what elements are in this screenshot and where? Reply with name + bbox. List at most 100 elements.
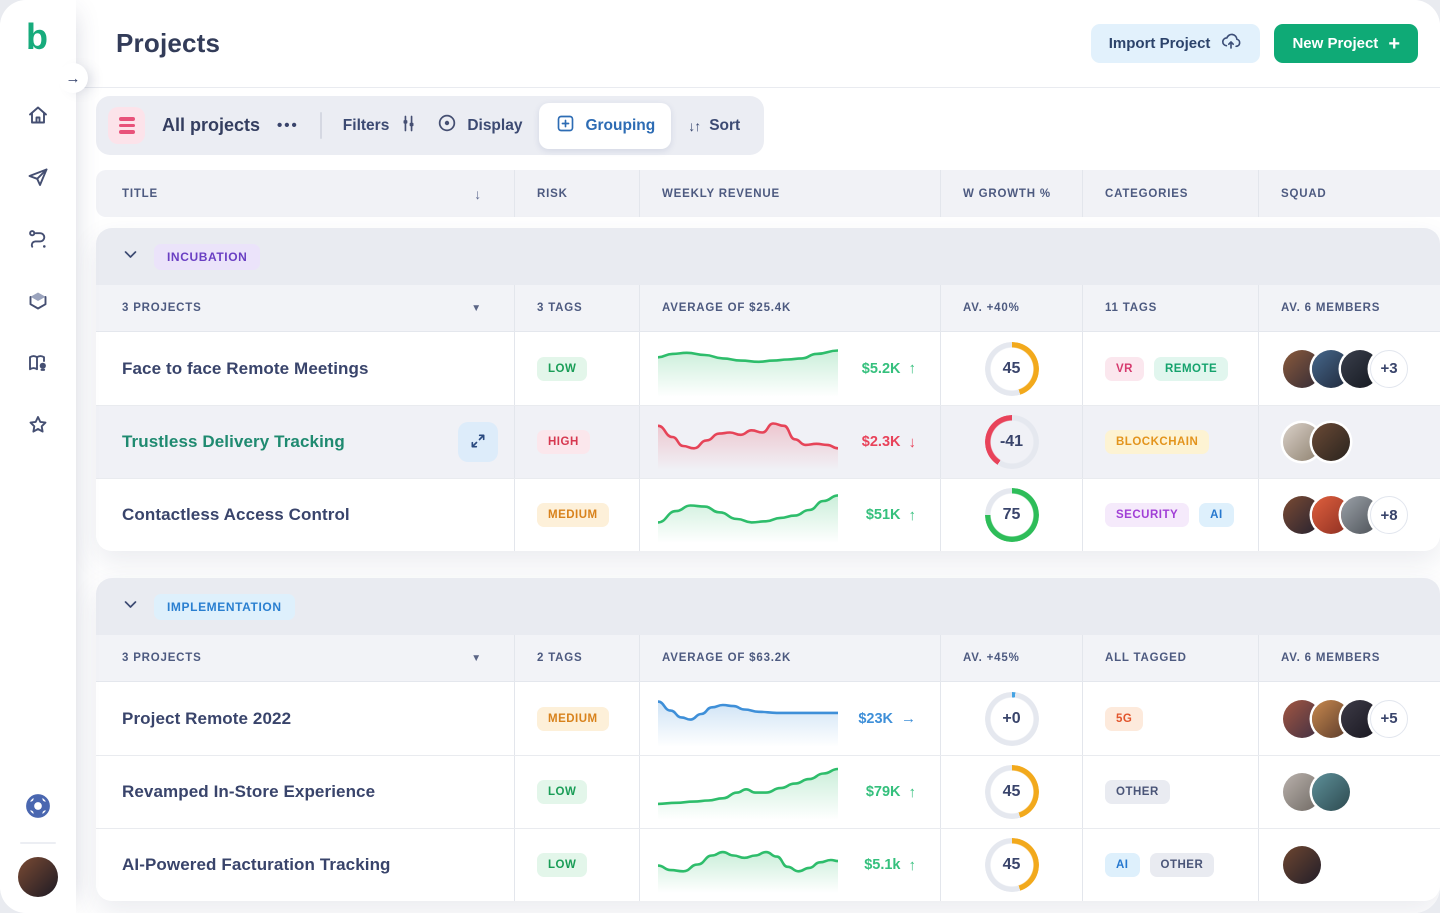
revenue-value: $5.2K — [862, 361, 901, 377]
risk-badge: LOW — [537, 853, 587, 877]
table-row[interactable]: Face to face Remote Meetings LOW $5.2K ↑… — [96, 332, 1440, 405]
column-header-growth[interactable]: W GROWTH % — [941, 170, 1083, 217]
sidebar-item-roadmap[interactable] — [17, 220, 59, 262]
column-header-title[interactable]: TITLE ↓ — [96, 170, 515, 217]
summary-tags: 3 TAGS — [515, 285, 640, 331]
avatar-more-count: +3 — [1370, 350, 1408, 388]
table-row[interactable]: AI-Powered Facturation Tracking LOW $5.1… — [96, 828, 1440, 901]
new-project-button[interactable]: New Project + — [1274, 24, 1418, 63]
revenue-value: $2.3K — [862, 434, 901, 450]
revenue-sparkline — [658, 764, 838, 820]
revenue-value-group: $2.3K ↓ — [862, 434, 940, 451]
import-project-label: Import Project — [1109, 35, 1211, 52]
risk-badge: LOW — [537, 780, 587, 804]
display-button[interactable]: Display — [436, 112, 522, 139]
project-title: Trustless Delivery Tracking — [122, 432, 345, 452]
growth-gauge: +0 — [985, 692, 1039, 746]
group-card-incubation: INCUBATION 3 PROJECTS ▼ 3 TAGS AVERAGE O… — [96, 228, 1440, 551]
group-badge[interactable]: INCUBATION — [154, 244, 260, 270]
revenue-value-group: $5.2K ↑ — [862, 360, 940, 377]
sidebar-item-home[interactable] — [17, 96, 59, 138]
summary-projects[interactable]: 3 PROJECTS ▼ — [96, 285, 515, 331]
revenue-value: $79K — [866, 784, 901, 800]
sidebar-item-projects[interactable] — [17, 282, 59, 324]
route-icon — [26, 227, 50, 256]
trend-up-icon: ↑ — [909, 507, 917, 524]
growth-gauge: 45 — [985, 342, 1039, 396]
revenue-sparkline — [658, 691, 838, 747]
toolbar-divider — [320, 112, 322, 139]
table-row[interactable]: Project Remote 2022 MEDIUM $23K → +0 5G … — [96, 682, 1440, 755]
chevron-down-icon[interactable] — [122, 596, 139, 618]
revenue-value-group: $51K ↑ — [866, 507, 940, 524]
table-row[interactable]: Contactless Access Control MEDIUM $51K ↑… — [96, 478, 1440, 551]
app-window: b → — [0, 0, 1440, 913]
table-row[interactable]: Revamped In-Store Experience LOW $79K ↑ … — [96, 755, 1440, 828]
filters-button[interactable]: Filters — [343, 113, 420, 139]
revenue-value-group: $5.1k ↑ — [864, 857, 940, 874]
sidebar-nav — [0, 96, 76, 448]
column-header-categories[interactable]: CATEGORIES — [1083, 170, 1259, 217]
group-summary-row: 3 PROJECTS ▼ 2 TAGS AVERAGE OF $63.2K AV… — [96, 635, 1440, 682]
sidebar-divider — [20, 842, 56, 844]
avatar-more-count: +8 — [1370, 496, 1408, 534]
revenue-sparkline — [658, 414, 838, 470]
sidebar-item-knowledge[interactable] — [17, 344, 59, 386]
summary-squad: AV. 6 MEMBERS — [1259, 285, 1440, 331]
category-badge: REMOTE — [1154, 357, 1228, 381]
revenue-value: $51K — [866, 507, 901, 523]
column-header-squad[interactable]: SQUAD — [1259, 170, 1440, 217]
chevron-down-icon[interactable] — [122, 246, 139, 268]
project-title: AI-Powered Facturation Tracking — [122, 855, 391, 875]
plus-icon: + — [1388, 34, 1400, 54]
group-badge[interactable]: IMPLEMENTATION — [154, 594, 295, 620]
home-icon — [26, 103, 50, 132]
group-collapse-triangle-icon[interactable]: ▼ — [471, 303, 514, 314]
sidebar-item-send[interactable] — [17, 158, 59, 200]
column-header-revenue[interactable]: WEEKLY REVENUE — [640, 170, 941, 217]
squad-avatars: +8 — [1283, 496, 1408, 534]
view-toolbar: All projects ••• Filters Display Groupin… — [96, 96, 764, 155]
squad-avatars — [1283, 773, 1350, 811]
life-buoy-icon — [24, 792, 52, 825]
package-icon — [26, 289, 50, 318]
trend-up-icon: ↑ — [909, 784, 917, 801]
page-title: Projects — [116, 28, 220, 59]
growth-gauge: 45 — [985, 765, 1039, 819]
app-logo: b — [26, 16, 48, 58]
display-icon — [436, 112, 458, 139]
view-name[interactable]: All projects — [162, 115, 260, 136]
category-badge: VR — [1105, 357, 1144, 381]
project-title: Revamped In-Store Experience — [122, 782, 375, 802]
view-list-icon[interactable] — [108, 107, 145, 144]
view-more-button[interactable]: ••• — [277, 117, 299, 134]
summary-revenue: AVERAGE OF $63.2K — [640, 635, 941, 681]
group-card-implementation: IMPLEMENTATION 3 PROJECTS ▼ 2 TAGS AVERA… — [96, 578, 1440, 901]
column-header-risk[interactable]: RISK — [515, 170, 640, 217]
user-avatar[interactable] — [18, 857, 58, 897]
growth-gauge: 45 — [985, 838, 1039, 892]
summary-squad: AV. 6 MEMBERS — [1259, 635, 1440, 681]
project-title: Contactless Access Control — [122, 505, 350, 525]
sidebar-item-favorites[interactable] — [17, 406, 59, 448]
page-header: Projects Import Project New Project + — [76, 0, 1440, 88]
sort-direction-icon[interactable]: ↓ — [474, 186, 514, 202]
category-badge: OTHER — [1150, 853, 1215, 877]
star-icon — [26, 413, 50, 442]
group-header: IMPLEMENTATION — [96, 578, 1440, 635]
new-project-label: New Project — [1292, 35, 1378, 52]
summary-categories: ALL TAGGED — [1083, 635, 1259, 681]
help-button[interactable] — [17, 787, 59, 829]
group-collapse-triangle-icon[interactable]: ▼ — [471, 653, 514, 664]
summary-projects[interactable]: 3 PROJECTS ▼ — [96, 635, 515, 681]
project-title: Project Remote 2022 — [122, 709, 291, 729]
expand-row-button[interactable] — [458, 422, 498, 462]
risk-badge: LOW — [537, 357, 587, 381]
table-row[interactable]: Trustless Delivery Tracking HIGH $2.3K ↓… — [96, 405, 1440, 478]
sort-button[interactable]: ↓↑ Sort — [688, 117, 740, 135]
revenue-value: $5.1k — [864, 857, 900, 873]
sort-icon: ↓↑ — [688, 118, 700, 134]
grouping-button[interactable]: Grouping — [539, 103, 671, 149]
sidebar-expand-toggle[interactable]: → — [58, 63, 88, 93]
import-project-button[interactable]: Import Project — [1091, 24, 1261, 63]
